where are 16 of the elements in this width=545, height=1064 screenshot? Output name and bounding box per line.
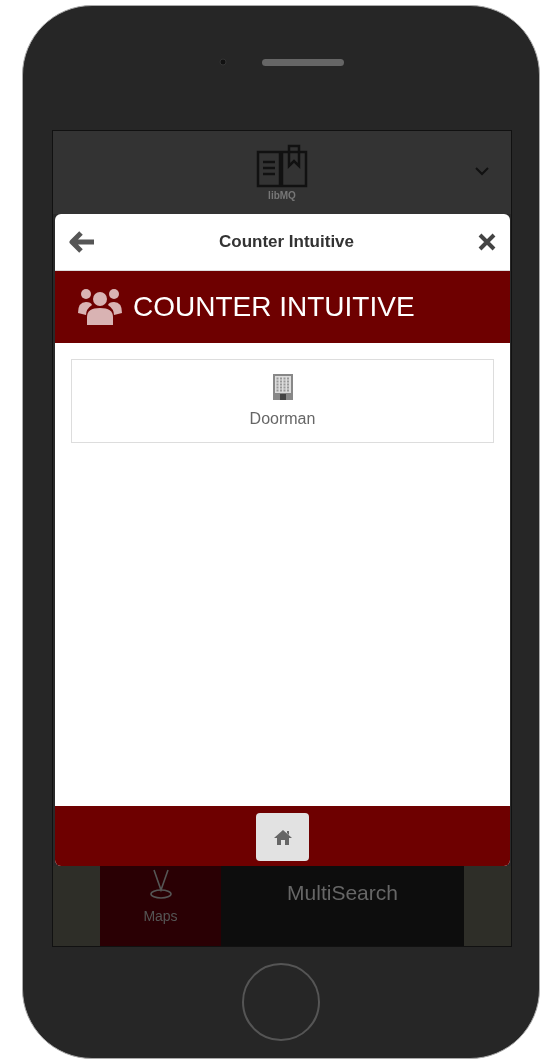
app-logo-text: libMQ <box>268 190 296 201</box>
book-icon <box>256 144 308 188</box>
dialog-title: Counter Intuitive <box>218 232 355 252</box>
speaker-grille-icon <box>261 58 344 66</box>
home-button[interactable] <box>256 813 309 861</box>
back-arrow-icon[interactable] <box>69 230 95 254</box>
list-item-card[interactable]: Doorman <box>71 359 494 443</box>
maps-tile[interactable]: Maps <box>100 866 221 946</box>
home-icon <box>272 829 293 845</box>
building-icon <box>272 374 293 400</box>
dialog-heading: COUNTER INTUITIVE <box>133 291 415 323</box>
camera-icon <box>218 58 227 66</box>
group-icon <box>77 287 123 327</box>
close-icon[interactable] <box>478 233 496 251</box>
item-label: Doorman <box>249 410 316 428</box>
multisearch-tile[interactable]: MultiSearch <box>221 866 464 946</box>
